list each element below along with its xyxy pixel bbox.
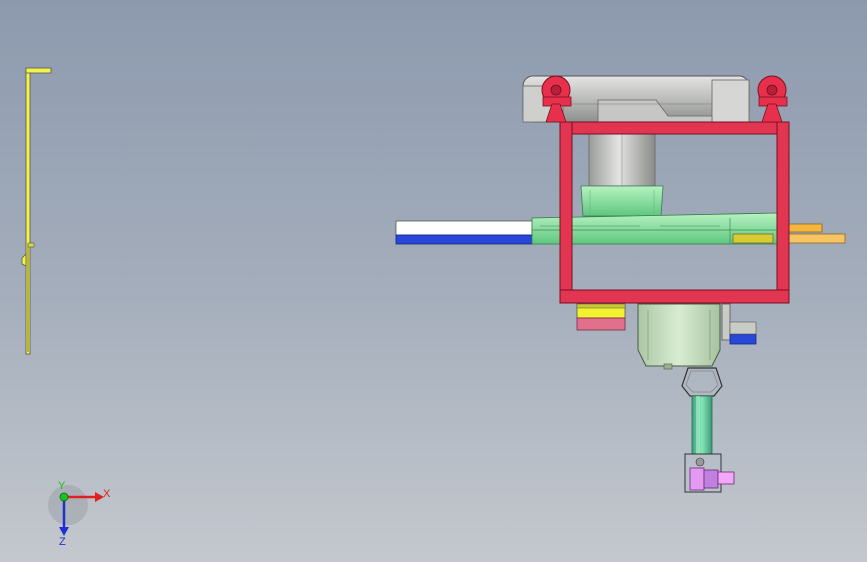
right-pulley	[757, 75, 788, 123]
coordinate-triad: X Y Z	[48, 480, 111, 548]
cad-viewport[interactable]: X Y Z	[0, 0, 867, 562]
z-arrow-head	[59, 527, 69, 536]
side-view-rail	[21, 67, 52, 355]
yellow-pink-block	[576, 303, 626, 331]
y-axis-dot	[59, 492, 69, 502]
x-axis-label: X	[103, 488, 111, 500]
cad-drawing: X Y Z	[21, 67, 846, 548]
teal-rod	[691, 395, 713, 455]
motor-housing	[637, 303, 721, 370]
z-axis-label: Z	[59, 536, 66, 548]
blue-disc	[721, 303, 757, 345]
hanger-loop	[681, 367, 723, 397]
gripper	[684, 453, 735, 493]
y-axis-label: Y	[58, 480, 66, 492]
vertical-column	[580, 121, 664, 217]
